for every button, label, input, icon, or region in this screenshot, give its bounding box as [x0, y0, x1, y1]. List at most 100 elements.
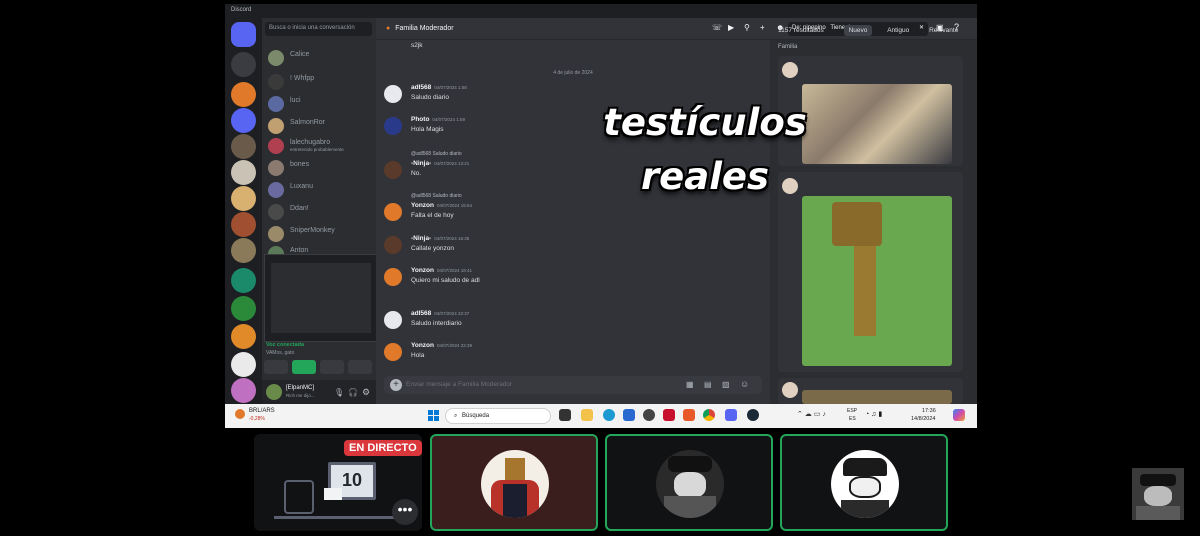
- server-icon[interactable]: [231, 378, 256, 403]
- clock-time[interactable]: 17:36: [922, 408, 936, 414]
- avatar: [782, 62, 798, 78]
- stream-tile[interactable]: 10 EN DIRECTO •••: [254, 434, 422, 531]
- avatar[interactable]: [384, 343, 402, 361]
- server-icon[interactable]: [231, 108, 256, 133]
- stream-root: Discord Busca o inicia una conversación …: [0, 0, 1200, 536]
- avatar[interactable]: [384, 311, 402, 329]
- file-explorer-icon[interactable]: [581, 409, 593, 421]
- add-attachment-icon[interactable]: +: [390, 379, 402, 391]
- add-friend-icon[interactable]: +: [760, 23, 765, 32]
- participant-tile[interactable]: [780, 434, 948, 531]
- tab-relevant[interactable]: Relevante: [924, 25, 963, 36]
- more-options-button[interactable]: •••: [392, 499, 418, 525]
- server-icon[interactable]: [231, 238, 256, 263]
- tab-old[interactable]: Antiguo: [882, 25, 914, 36]
- camera-button[interactable]: [264, 360, 288, 374]
- voice-substatus: VAMos, gato: [266, 350, 295, 356]
- dm-item[interactable]: luci: [266, 94, 372, 114]
- sticker-icon[interactable]: ▧: [722, 380, 730, 389]
- server-icon[interactable]: [231, 82, 256, 107]
- avatar: [782, 382, 798, 398]
- server-icon[interactable]: [231, 352, 256, 377]
- server-icon[interactable]: [231, 134, 256, 159]
- share-screen-button[interactable]: [292, 360, 316, 374]
- user-status: Rich me dijo...: [286, 393, 315, 398]
- dm-item[interactable]: lalechugabro entretenido probablemente: [266, 136, 372, 156]
- activity-button[interactable]: [320, 360, 344, 374]
- result-group-label: Familia: [778, 44, 798, 50]
- dm-item[interactable]: SniperMonkey: [266, 224, 372, 244]
- dm-item[interactable]: Calice: [266, 48, 372, 68]
- stock-icon: [235, 409, 245, 419]
- soundboard-button[interactable]: [348, 360, 372, 374]
- clock-date: 14/8/2024: [911, 416, 936, 422]
- dell-icon[interactable]: [643, 409, 655, 421]
- blurred-image[interactable]: [802, 390, 952, 404]
- copilot-icon[interactable]: [953, 409, 965, 421]
- gift-icon[interactable]: ▦: [686, 380, 694, 389]
- avatar[interactable]: [384, 268, 402, 286]
- dm-item[interactable]: bones: [266, 158, 372, 178]
- window-title: Discord: [225, 4, 977, 18]
- dm-item[interactable]: Luxanu: [266, 180, 372, 200]
- mcafee-icon[interactable]: [663, 409, 675, 421]
- discord-taskbar-icon[interactable]: [725, 409, 737, 421]
- pin-icon[interactable]: ⚲: [744, 23, 750, 32]
- discord-window: Discord Busca o inicia una conversación …: [225, 4, 977, 428]
- store-icon[interactable]: [623, 409, 635, 421]
- taskbar-search[interactable]: ⌕ Búsqueda: [445, 408, 551, 424]
- gif-icon[interactable]: ▤: [704, 380, 712, 389]
- participant-tile[interactable]: [430, 434, 598, 531]
- headphones-icon[interactable]: 🎧: [348, 388, 358, 397]
- date-divider: 4 de julio de 2024: [553, 70, 593, 76]
- chrome-icon[interactable]: [703, 409, 715, 421]
- conversation-search[interactable]: Busca o inicia una conversación: [265, 22, 372, 36]
- server-icon[interactable]: [231, 186, 256, 211]
- dm-item[interactable]: Ddan!: [266, 202, 372, 222]
- server-icon[interactable]: [231, 268, 256, 293]
- windows-start-icon[interactable]: [428, 410, 439, 421]
- overlay-caption: testículos reales: [603, 101, 807, 199]
- tab-new[interactable]: Nuevo: [843, 25, 873, 36]
- avatar[interactable]: [384, 236, 402, 254]
- language-indicator-sub: ES: [849, 416, 856, 422]
- search-result[interactable]: [778, 378, 963, 404]
- server-icon[interactable]: [231, 212, 256, 237]
- task-view-icon[interactable]: [559, 409, 571, 421]
- dm-item[interactable]: SalmonRor: [266, 116, 372, 136]
- gear-icon[interactable]: ⚙: [362, 387, 370, 398]
- avatar[interactable]: [266, 384, 282, 400]
- pixel-art-image[interactable]: [802, 196, 952, 366]
- server-icon[interactable]: [231, 296, 256, 321]
- voice-status: Voz conectada: [266, 342, 305, 348]
- video-icon[interactable]: ▶: [728, 23, 734, 32]
- tray-icons[interactable]: ⌃ ☁ ▭ ♪: [797, 410, 826, 418]
- server-icon[interactable]: [231, 160, 256, 185]
- results-tabs: 1157 resultados Nuevo Antiguo Relevante: [770, 18, 977, 40]
- dm-item[interactable]: ! Whfpp: [266, 72, 372, 92]
- avatar[interactable]: [384, 117, 402, 135]
- username: [ElpanMC]: [286, 385, 315, 391]
- dm-sidebar: Busca o inicia una conversación Calice !…: [262, 18, 412, 404]
- steam-icon[interactable]: [747, 409, 759, 421]
- avatar[interactable]: [384, 161, 402, 179]
- avatar[interactable]: [384, 85, 402, 103]
- self-view-thumbnail[interactable]: [1132, 468, 1184, 520]
- phone-icon[interactable]: ☏: [712, 23, 722, 32]
- emoji-icon[interactable]: ☺: [740, 379, 749, 389]
- server-icon[interactable]: [231, 324, 256, 349]
- avatar: [656, 450, 724, 518]
- edge-icon[interactable]: [603, 409, 615, 421]
- ticker[interactable]: BRL/ARS: [249, 408, 275, 414]
- server-rail: [225, 18, 262, 404]
- language-indicator[interactable]: ESP: [847, 408, 857, 414]
- participant-tile[interactable]: [605, 434, 773, 531]
- channel-name: Familia Moderador: [395, 25, 454, 32]
- wifi-icon[interactable]: ◔ ♫ ▮: [865, 410, 882, 418]
- office-icon[interactable]: [683, 409, 695, 421]
- server-icon[interactable]: [231, 52, 256, 77]
- discord-home-icon[interactable]: [231, 22, 256, 47]
- chat-area: ● Familia Moderador ☏ ▶ ⚲ + ☻ De: pipepi…: [376, 18, 977, 404]
- mic-icon[interactable]: 🎙: [334, 388, 344, 397]
- avatar[interactable]: [384, 203, 402, 221]
